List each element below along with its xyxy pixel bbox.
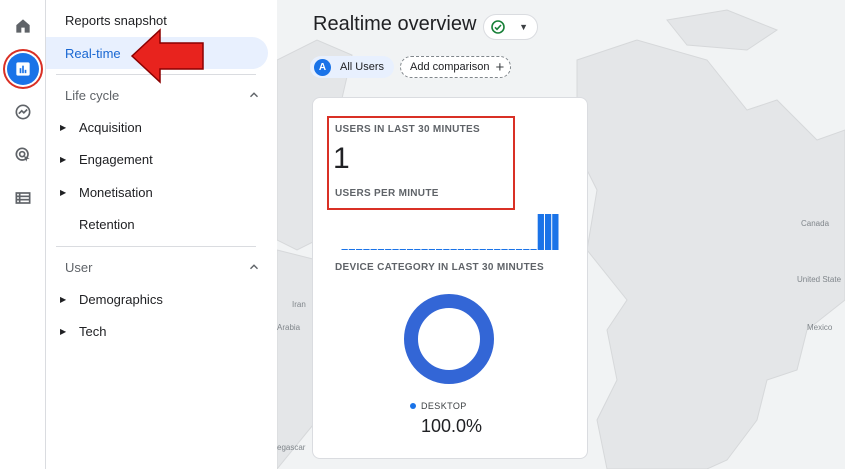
bar-minute--18[interactable] — [428, 249, 435, 250]
all-users-label: All Users — [340, 61, 385, 73]
annotation-arrow-icon — [130, 28, 204, 84]
bar-minute--29[interactable] — [348, 249, 356, 250]
bar-minute--8[interactable] — [501, 249, 508, 250]
bar-minute--24[interactable] — [385, 249, 392, 250]
bar-minute--16[interactable] — [443, 249, 450, 250]
caret-down-icon: ▼ — [519, 22, 528, 32]
bar-minute--10[interactable] — [486, 249, 494, 250]
chevron-up-icon — [250, 264, 258, 270]
realtime-card: USERS IN LAST 30 MINUTES 1 USERS PER MIN… — [312, 97, 588, 459]
bar-minute--6[interactable] — [515, 249, 523, 250]
caret-right-icon: ▶ — [60, 154, 67, 164]
map-label-iran: Iran — [292, 300, 306, 309]
home-icon[interactable] — [7, 10, 39, 42]
map-label-canada: Canada — [801, 219, 830, 228]
map-label-madagascar: egascar — [277, 443, 306, 452]
bar-minute--3[interactable] — [537, 214, 544, 250]
add-comparison-label: Add comparison — [410, 61, 490, 73]
caret-right-icon: ▶ — [60, 122, 67, 132]
device-category-label: DEVICE CATEGORY IN LAST 30 MINUTES — [335, 262, 544, 273]
bar-minute--20[interactable] — [414, 249, 421, 250]
plus-icon: + — [495, 58, 505, 76]
bar-minute--25[interactable] — [377, 249, 385, 250]
configure-icon[interactable] — [7, 182, 39, 214]
donut-slice-desktop[interactable] — [404, 294, 494, 384]
bar-minute--26[interactable] — [370, 249, 377, 250]
bar-minute--22[interactable] — [399, 249, 406, 250]
nav-retention[interactable]: Retention — [79, 208, 135, 240]
page-title: Realtime overview — [313, 13, 477, 35]
bar-minute--12[interactable] — [472, 249, 479, 250]
chevron-up-icon — [250, 92, 258, 98]
bar-minute--2[interactable] — [544, 214, 552, 250]
all-users-chip[interactable]: A All Users — [310, 56, 395, 78]
device-donut-chart — [404, 294, 494, 384]
section-user[interactable]: User — [65, 251, 261, 283]
check-circle-icon — [491, 20, 505, 34]
bar-minute--28[interactable] — [356, 249, 363, 250]
status-dropdown[interactable]: ▼ — [483, 14, 538, 40]
bar-minute--15[interactable] — [450, 249, 457, 250]
bar-minute--23[interactable] — [392, 249, 399, 250]
bar-minute--5[interactable] — [523, 249, 530, 250]
caret-right-icon: ▶ — [60, 187, 67, 197]
explore-icon[interactable] — [7, 96, 39, 128]
section-lifecycle-title: Life cycle — [65, 87, 120, 103]
highlight-box — [327, 116, 515, 210]
nav-divider — [56, 246, 256, 247]
bar-minute--27[interactable] — [363, 249, 370, 250]
avatar: A — [314, 58, 331, 76]
reports-icon[interactable] — [7, 53, 39, 85]
icon-rail — [0, 0, 46, 469]
bar-minute--4[interactable] — [530, 249, 537, 250]
bar-minute--11[interactable] — [479, 249, 486, 250]
bar-minute--7[interactable] — [508, 249, 515, 250]
nav-engagement[interactable]: ▶ Engagement — [60, 143, 153, 175]
caret-right-icon: ▶ — [60, 294, 67, 304]
bar-minute--30[interactable] — [341, 249, 348, 250]
map-label-mexico: Mexico — [807, 323, 833, 332]
legend-dot — [410, 403, 416, 409]
caret-right-icon: ▶ — [60, 326, 67, 336]
bar-minute--1[interactable] — [552, 214, 559, 250]
users-per-minute-chart — [341, 214, 559, 250]
bar-minute--17[interactable] — [435, 249, 443, 250]
map-label-arabia: Arabia — [277, 323, 301, 332]
legend-desktop: DESKTOP — [410, 401, 467, 411]
nav-acquisition[interactable]: ▶ Acquisition — [60, 111, 142, 143]
map-label-united-states: United State — [797, 275, 842, 284]
advertising-icon[interactable] — [7, 139, 39, 171]
main-content: Canada United State Mexico Iran Arabia e… — [277, 0, 845, 469]
nav-monetisation[interactable]: ▶ Monetisation — [60, 176, 153, 208]
bar-minute--9[interactable] — [494, 249, 501, 250]
nav-tech[interactable]: ▶ Tech — [60, 315, 106, 347]
bar-minute--19[interactable] — [421, 249, 428, 250]
section-user-title: User — [65, 259, 93, 275]
add-comparison-button[interactable]: Add comparison + — [400, 56, 512, 78]
nav-demographics[interactable]: ▶ Demographics — [60, 283, 163, 315]
legend-desktop-label: DESKTOP — [421, 401, 467, 411]
bar-minute--13[interactable] — [465, 249, 472, 250]
bar-minute--21[interactable] — [406, 249, 414, 250]
legend-desktop-value: 100.0% — [421, 416, 483, 436]
bar-minute--14[interactable] — [457, 249, 465, 250]
